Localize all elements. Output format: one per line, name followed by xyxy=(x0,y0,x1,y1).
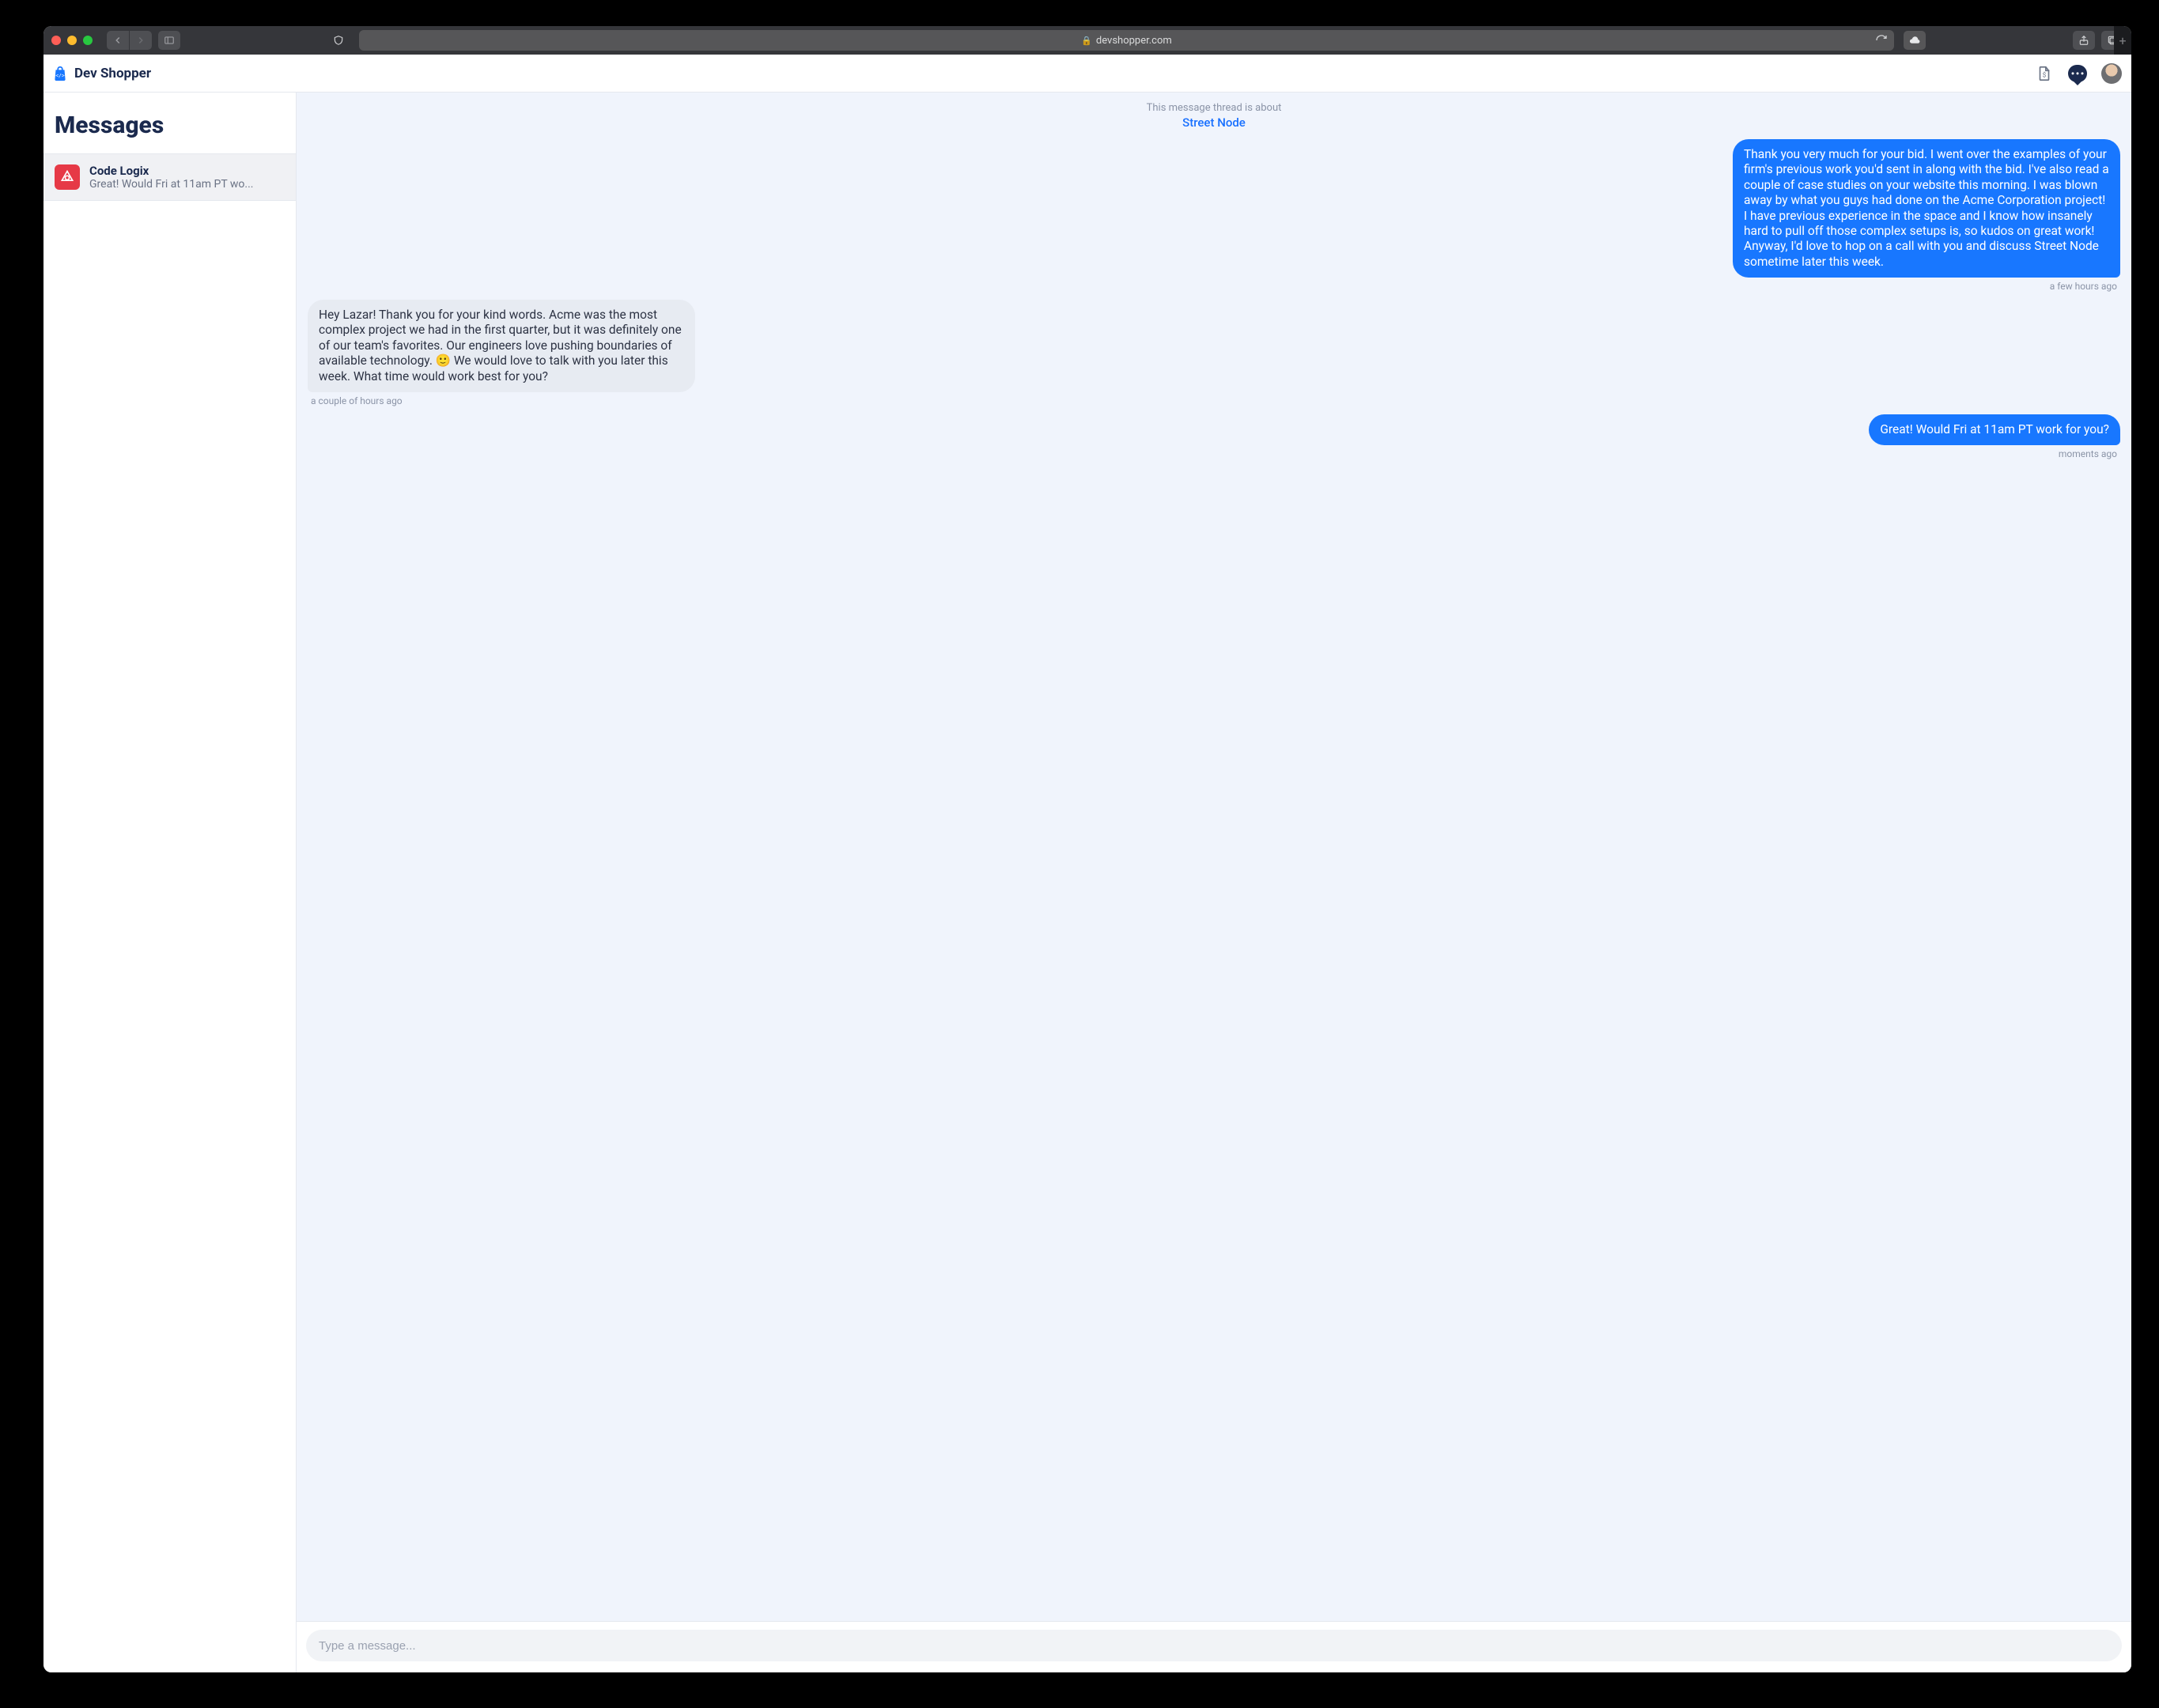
message-timestamp: a couple of hours ago xyxy=(308,395,406,406)
thread-avatar xyxy=(55,164,80,190)
share-button[interactable] xyxy=(2073,31,2095,50)
browser-toolbar: 🔒 devshopper.com + xyxy=(43,26,2131,55)
close-window-button[interactable] xyxy=(51,36,61,45)
address-bar[interactable]: 🔒 devshopper.com xyxy=(359,30,1894,51)
forward-button[interactable] xyxy=(130,31,152,50)
reload-icon[interactable] xyxy=(1875,34,1888,47)
thread-header: This message thread is about Street Node xyxy=(297,93,2131,136)
header-actions: $ xyxy=(2035,63,2122,84)
invoice-icon[interactable]: $ xyxy=(2035,64,2054,83)
back-button[interactable] xyxy=(107,31,129,50)
profile-avatar[interactable] xyxy=(2101,63,2122,84)
bag-logo-icon: </> xyxy=(51,65,69,82)
message-timestamp: a few hours ago xyxy=(2047,281,2120,292)
brand-title: Dev Shopper xyxy=(74,66,151,81)
url-text: devshopper.com xyxy=(1096,35,1172,47)
app-body: Messages Code LogixGreat! Would Fri at 1… xyxy=(43,93,2131,1672)
sidebar: Messages Code LogixGreat! Would Fri at 1… xyxy=(43,93,297,1672)
thread-name: Code Logix xyxy=(89,164,253,178)
new-tab-button[interactable]: + xyxy=(2114,26,2131,55)
lock-icon: 🔒 xyxy=(1081,36,1092,46)
messages-icon[interactable] xyxy=(2068,64,2087,83)
message-row: Thank you very much for your bid. I went… xyxy=(308,139,2120,292)
thread-item[interactable]: Code LogixGreat! Would Fri at 11am PT wo… xyxy=(43,153,296,201)
cloud-button[interactable] xyxy=(1904,31,1926,50)
browser-window: 🔒 devshopper.com + </> Dev Shopper xyxy=(43,26,2131,1672)
thread-topic-link[interactable]: Street Node xyxy=(297,115,2131,130)
thread-list: Code LogixGreat! Would Fri at 11am PT wo… xyxy=(43,153,296,201)
window-controls xyxy=(51,36,93,45)
message-bubble: Thank you very much for your bid. I went… xyxy=(1733,139,2120,278)
svg-text:</>: </> xyxy=(55,72,65,78)
message-input[interactable] xyxy=(306,1630,2122,1661)
app-header: </> Dev Shopper $ xyxy=(43,55,2131,93)
thread-header-label: This message thread is about xyxy=(297,102,2131,114)
message-timestamp: moments ago xyxy=(2055,448,2120,459)
message-row: Hey Lazar! Thank you for your kind words… xyxy=(308,300,2120,406)
thread-text: Code LogixGreat! Would Fri at 11am PT wo… xyxy=(89,164,253,191)
brand[interactable]: </> Dev Shopper xyxy=(51,65,151,82)
messages-area: Thank you very much for your bid. I went… xyxy=(297,136,2131,1621)
sidebar-toggle-button[interactable] xyxy=(158,31,180,50)
privacy-shield-button[interactable] xyxy=(327,31,350,50)
message-row: Great! Would Fri at 11am PT work for you… xyxy=(308,414,2120,459)
message-bubble: Great! Would Fri at 11am PT work for you… xyxy=(1869,414,2120,445)
chat-pane: This message thread is about Street Node… xyxy=(297,93,2131,1672)
minimize-window-button[interactable] xyxy=(67,36,77,45)
composer-area xyxy=(297,1621,2131,1672)
sidebar-title: Messages xyxy=(43,93,296,153)
message-bubble: Hey Lazar! Thank you for your kind words… xyxy=(308,300,695,392)
svg-text:$: $ xyxy=(2043,70,2047,79)
zoom-window-button[interactable] xyxy=(83,36,93,45)
thread-preview: Great! Would Fri at 11am PT wo... xyxy=(89,178,253,191)
